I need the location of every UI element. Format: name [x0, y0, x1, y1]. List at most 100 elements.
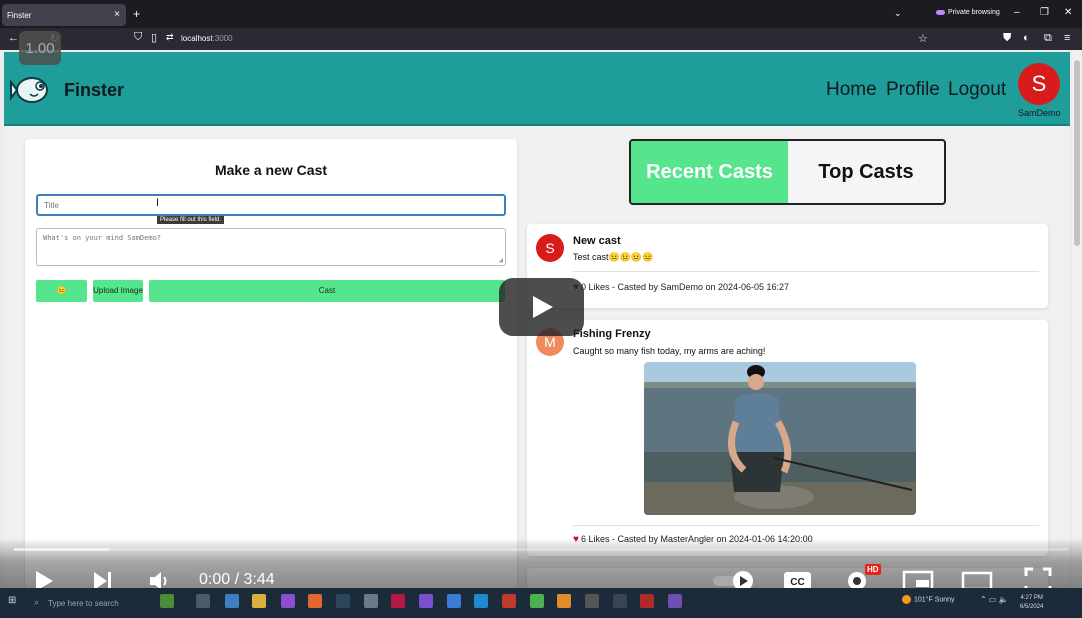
taskbar-app-icon[interactable] [364, 594, 378, 608]
new-tab-button[interactable]: + [133, 7, 140, 21]
cast-divider [573, 525, 1039, 526]
cast-body-placeholder: What's on your mind SamDemo? [43, 234, 162, 242]
nav-logout-link[interactable]: Logout [948, 79, 1006, 101]
fish-logo-icon [10, 76, 48, 103]
chrome-icon[interactable] [530, 594, 544, 608]
tab-list-button[interactable]: ⌄ [894, 8, 902, 19]
cast-divider [573, 271, 1039, 272]
browser-tab-bar: Finster × + ⌄ Private browsing – ❐ ✕ [0, 0, 1082, 28]
resize-handle-icon[interactable]: ◢ [499, 256, 503, 264]
back-icon[interactable]: ← [8, 32, 19, 44]
bookmark-star-icon[interactable]: ☆ [918, 32, 928, 45]
vscode-icon[interactable] [474, 594, 488, 608]
cast-meta: ♥0 Likes - Casted by SamDemo on 2024-06-… [573, 282, 789, 293]
url-port: :3000 [212, 34, 233, 43]
taskbar-time: 4:27 PM [1020, 595, 1043, 601]
recent-casts-tab[interactable]: Recent Casts [631, 141, 788, 203]
private-browsing-indicator: Private browsing [936, 9, 1000, 16]
firefox-private-icon[interactable] [668, 594, 682, 608]
new-cast-heading: Make a new Cast [214, 162, 328, 178]
taskbar-date: 6/5/2024 [1020, 604, 1044, 610]
playback-speed-badge: 1.00 [19, 31, 61, 65]
upload-image-button[interactable]: Upload Image [93, 280, 143, 302]
cast-body: Test cast😐😐😐😐 [573, 252, 654, 262]
svg-text:CC: CC [790, 577, 804, 588]
taskbar-plant-icon[interactable] [160, 594, 174, 608]
cast-card: M Fishing Frenzy Caught so many fish tod… [527, 320, 1048, 556]
browser-tab[interactable]: Finster × [2, 4, 126, 26]
extension-icon[interactable]: ◐ [1023, 32, 1030, 44]
cast-submit-button[interactable]: Cast [149, 280, 505, 302]
scrollbar-thumb[interactable] [1074, 60, 1080, 246]
user-avatar[interactable]: S [1018, 63, 1060, 105]
cast-title: Fishing Frenzy [573, 328, 651, 340]
restore-icon[interactable]: ❐ [1040, 7, 1049, 18]
taskbar-search[interactable]: ⌕ Type here to search [30, 593, 150, 613]
tab-close-icon[interactable]: × [114, 9, 120, 20]
top-casts-tab[interactable]: Top Casts [788, 141, 944, 203]
video-progress-bar[interactable] [14, 548, 1068, 551]
os-taskbar: ⊞ ⌕ Type here to search 101°F Sunny ⌃ ▭ … [0, 588, 1082, 618]
taskbar-app-icon[interactable] [391, 594, 405, 608]
new-cast-form: Make a new Cast I Please fill out this f… [25, 139, 517, 591]
permissions-icon[interactable]: ⇄ [166, 32, 174, 43]
hd-badge: HD [865, 564, 881, 575]
minimize-icon[interactable]: – [1014, 7, 1020, 18]
emoji-button[interactable]: 😐 [36, 280, 87, 302]
taskbar-app-icon[interactable] [225, 594, 239, 608]
cast-body-textarea[interactable]: What's on your mind SamDemo? ◢ [36, 228, 506, 266]
taskbar-search-placeholder: Type here to search [48, 599, 119, 608]
shield-icon[interactable]: ⛉ [134, 31, 142, 44]
close-window-icon[interactable]: ✕ [1064, 7, 1072, 18]
firefox-icon[interactable] [308, 594, 322, 608]
taskbar-app-icon[interactable] [502, 594, 516, 608]
system-tray-icons[interactable]: ⌃ ▭ 🔈 [980, 595, 1009, 604]
text-cursor-icon: I [156, 197, 160, 209]
private-mask-icon [936, 9, 945, 15]
pocket-icon[interactable]: ⛊ [1003, 32, 1011, 45]
taskbar-app-icon[interactable] [557, 594, 571, 608]
page-scrollbar[interactable] [1072, 50, 1082, 588]
app-brand[interactable]: Finster [64, 80, 124, 101]
cast-meta-text: 0 Likes - Casted by SamDemo on 2024-06-0… [580, 282, 790, 292]
browser-nav-bar: ← ↻ ⛉ ▯ ⇄ localhost:3000 ☆ ⛊ ◐ ⧉ ≡ [0, 28, 1082, 50]
app-header: Finster Home Profile Logout S SamDemo [4, 52, 1070, 126]
video-progress-loaded [14, 548, 109, 551]
validation-tooltip: Please fill out this field. [157, 216, 225, 224]
terminal-icon[interactable] [613, 594, 627, 608]
sun-icon [902, 595, 911, 604]
menu-icon[interactable]: ≡ [1064, 32, 1070, 44]
page-icon[interactable]: ▯ [151, 31, 157, 44]
steam-icon[interactable] [336, 594, 350, 608]
tab-title: Finster [7, 11, 32, 20]
windows-start-icon[interactable]: ⊞ [8, 595, 16, 606]
cast-body: Caught so many fish today, my arms are a… [573, 346, 766, 356]
big-play-button[interactable] [499, 278, 584, 336]
cast-author-avatar[interactable]: S [536, 234, 564, 262]
url-bar[interactable]: localhost:3000 [181, 34, 233, 43]
play-icon [533, 296, 553, 318]
cast-title-input[interactable] [36, 194, 506, 216]
weather-text: 101°F Sunny [914, 596, 955, 604]
visual-studio-icon[interactable] [419, 594, 433, 608]
user-name: SamDemo [1018, 108, 1061, 118]
search-icon: ⌕ [34, 597, 40, 607]
nav-home-link[interactable]: Home [826, 79, 877, 101]
cast-card: S New cast Test cast😐😐😐😐 ♥0 Likes - Cast… [527, 224, 1048, 308]
private-browsing-label: Private browsing [948, 9, 1000, 16]
weather-widget[interactable]: 101°F Sunny [902, 595, 955, 604]
task-view-icon[interactable] [196, 594, 210, 608]
cast-photo [644, 362, 916, 515]
extensions-puzzle-icon[interactable]: ⧉ [1044, 32, 1052, 45]
feed-toggle: Recent Casts Top Casts [629, 139, 946, 205]
url-host: localhost [181, 34, 213, 43]
github-icon[interactable] [585, 594, 599, 608]
video-time: 0:00 / 3:44 [199, 571, 275, 588]
cast-title: New cast [573, 235, 621, 247]
taskbar-app-icon[interactable] [447, 594, 461, 608]
nav-profile-link[interactable]: Profile [886, 79, 940, 101]
taskbar-app-icon[interactable] [640, 594, 654, 608]
taskbar-app-icon[interactable] [281, 594, 295, 608]
taskbar-clock[interactable]: 4:27 PM 6/5/2024 [1020, 594, 1043, 612]
file-explorer-icon[interactable] [252, 594, 266, 608]
